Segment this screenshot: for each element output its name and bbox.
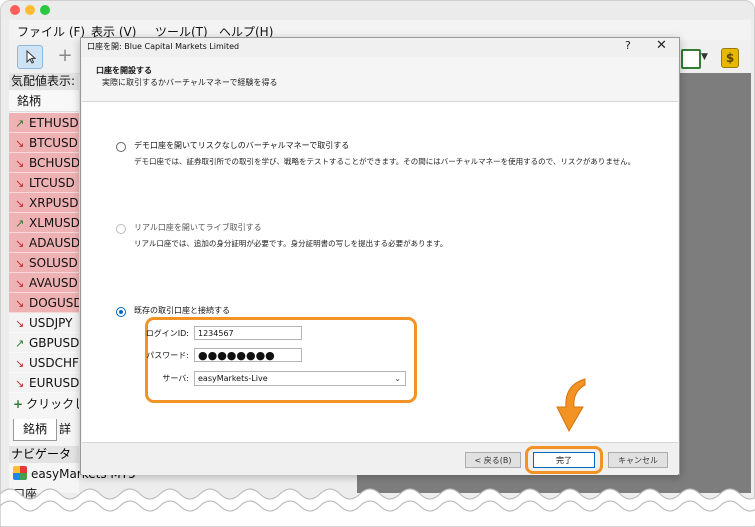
existing-account-option[interactable]: 既存の取引口座と接続する xyxy=(134,305,230,316)
symbol-name: USDCHF xyxy=(29,356,79,370)
symbol-row[interactable]: ↗ XLMUSD xyxy=(9,213,79,233)
finish-button[interactable]: 完了 xyxy=(533,452,595,468)
password-input[interactable]: ●●●●●●●● xyxy=(194,348,302,362)
symbol-row[interactable]: ↘ DOGUSD xyxy=(9,293,79,313)
tab-symbols[interactable]: 銘柄 xyxy=(13,419,57,441)
symbol-row[interactable]: ↘ LTCUSD xyxy=(9,173,79,193)
dollar-icon[interactable]: $ xyxy=(721,48,739,68)
dialog-heading: 口座を開設する xyxy=(96,66,152,75)
symbol-row[interactable]: ↘ AVAUSD xyxy=(9,273,79,293)
arrow-down-icon: ↘ xyxy=(15,357,25,370)
symbol-name: EURUSD xyxy=(29,376,79,390)
title-bar xyxy=(1,1,754,19)
dialog-title: 口座を開: Blue Capital Markets Limited xyxy=(87,42,240,51)
symbol-name: GBPUSD xyxy=(29,336,79,350)
symbol-name: BCHUSD xyxy=(29,156,79,170)
symbol-name: ETHUSD xyxy=(29,116,79,130)
symbol-row[interactable]: ↘ BTCUSD xyxy=(9,133,79,153)
password-label: パスワード: xyxy=(146,351,189,360)
torn-edge-decoration xyxy=(0,488,755,527)
symbol-row[interactable]: ↘ USDJPY xyxy=(9,313,79,333)
open-account-dialog: 口座を開: Blue Capital Markets Limited ? ✕ 口… xyxy=(80,37,680,475)
symbol-row[interactable]: ↗ ETHUSD xyxy=(9,113,79,133)
server-select[interactable]: easyMarkets-Live ⌄ xyxy=(194,371,406,386)
crosshair-icon: + xyxy=(57,45,73,66)
symbol-name: BTCUSD xyxy=(29,136,78,150)
symbol-name: ADAUSD xyxy=(29,236,79,250)
login-form-highlight: ログインID: 1234567 パスワード: ●●●●●●●● サーバ: eas… xyxy=(145,317,417,403)
arrow-down-icon: ↘ xyxy=(15,177,25,190)
arrow-down-icon: ↘ xyxy=(15,157,25,170)
symbol-row[interactable]: ↗ GBPUSD xyxy=(9,333,79,353)
chevron-down-icon[interactable]: ▼ xyxy=(701,52,708,62)
navigator-header: ナビゲータ xyxy=(9,446,79,463)
arrow-down-icon: ↘ xyxy=(15,317,25,330)
symbol-row[interactable]: ↘ SOLUSD xyxy=(9,253,79,273)
cursor-tool-button[interactable] xyxy=(17,45,43,69)
symbol-row[interactable]: ↘ BCHUSD xyxy=(9,153,79,173)
demo-account-option[interactable]: デモ口座を開いてリスクなしのバーチャルマネーで取引する xyxy=(134,140,349,151)
symbol-name: USDJPY xyxy=(29,316,73,330)
symbol-name: DOGUSD xyxy=(29,296,79,310)
crosshair-tool-button[interactable]: + xyxy=(53,45,77,67)
broker-icon xyxy=(13,466,27,480)
dialog-footer: < 戻る(B) 完了 キャンセル xyxy=(82,442,678,475)
server-label: サーバ: xyxy=(162,374,189,383)
symbol-row[interactable]: ↘ XRPUSD xyxy=(9,193,79,213)
market-watch-tabs: 銘柄 詳 xyxy=(9,419,79,441)
market-watch-header: 気配値表示: xyxy=(9,73,79,90)
arrow-down-icon: ↘ xyxy=(15,297,25,310)
arrow-down-icon: ↘ xyxy=(15,197,25,210)
demo-account-radio[interactable] xyxy=(116,142,126,152)
symbol-name: LTCUSD xyxy=(29,176,75,190)
server-value: easyMarkets-Live xyxy=(198,374,268,383)
existing-account-radio[interactable] xyxy=(116,307,126,317)
app-window: ファイル (F) 表示 (V) ツール(T) ヘルプ(H) + ▼ $ 気配値表… xyxy=(0,0,755,527)
arrow-down-icon: ↘ xyxy=(15,137,25,150)
close-window-button[interactable] xyxy=(10,5,20,15)
arrow-up-icon: ↗ xyxy=(15,217,25,230)
back-button[interactable]: < 戻る(B) xyxy=(465,452,521,468)
arrow-down-icon: ↘ xyxy=(15,377,25,390)
arrow-down-icon: ↘ xyxy=(15,257,25,270)
chart-button[interactable] xyxy=(681,49,701,69)
add-symbol-label: クリックして xyxy=(26,397,79,411)
minimize-window-button[interactable] xyxy=(25,5,35,15)
symbol-name: AVAUSD xyxy=(29,276,78,290)
arrow-down-icon: ↘ xyxy=(15,237,25,250)
dialog-header: 口座を開設する 実際に取引するかバーチャルマネーで経験を得る xyxy=(82,57,678,102)
tab-details[interactable]: 詳 xyxy=(59,419,71,440)
symbol-row[interactable]: ↘ ADAUSD xyxy=(9,233,79,253)
menu-file[interactable]: ファイル (F) xyxy=(17,23,85,40)
real-account-description: リアル口座では、追加の身分証明が必要です。身分証明書の写しを提出する必要がありま… xyxy=(134,239,448,248)
arrow-down-icon: ↘ xyxy=(15,277,25,290)
symbol-name: XLMUSD xyxy=(29,216,79,230)
dialog-subheading: 実際に取引するかバーチャルマネーで経験を得る xyxy=(102,78,278,87)
symbol-column-header[interactable]: 銘柄 xyxy=(9,91,79,112)
real-account-option[interactable]: リアル口座を開いてライブ取引する xyxy=(134,222,262,233)
zoom-window-button[interactable] xyxy=(40,5,50,15)
symbol-row[interactable]: ↘ USDCHF xyxy=(9,353,79,373)
cursor-icon xyxy=(26,49,37,64)
login-input[interactable]: 1234567 xyxy=(194,326,302,340)
help-button[interactable]: ? xyxy=(625,39,631,52)
orange-arrow-pointer-icon xyxy=(556,378,586,433)
login-label: ログインID: xyxy=(145,329,189,338)
arrow-up-icon: ↗ xyxy=(15,337,25,350)
add-symbol-row[interactable]: +クリックして xyxy=(9,394,79,414)
real-account-radio[interactable] xyxy=(116,224,126,234)
symbol-name: XRPUSD xyxy=(29,196,79,210)
symbol-list: ↗ ETHUSD ↘ BTCUSD ↘ BCHUSD ↘ LTCUSD ↘ XRPUSD ↗ XLMU… xyxy=(9,113,79,393)
symbol-row[interactable]: ↘ EURUSD xyxy=(9,373,79,393)
plus-icon: + xyxy=(13,397,24,411)
arrow-up-icon: ↗ xyxy=(15,117,25,130)
symbol-name: SOLUSD xyxy=(29,256,78,270)
close-icon[interactable]: ✕ xyxy=(656,38,667,53)
demo-account-description: デモ口座では、証券取引所での取引を学び、戦略をテストすることができます。その間に… xyxy=(134,157,636,166)
cancel-button[interactable]: キャンセル xyxy=(608,452,668,468)
chevron-down-icon: ⌄ xyxy=(394,374,401,383)
market-watch-panel: 気配値表示: 銘柄 ↗ ETHUSD ↘ BTCUSD ↘ BCHUSD ↘ LTCUSD ↘ X… xyxy=(9,73,136,501)
